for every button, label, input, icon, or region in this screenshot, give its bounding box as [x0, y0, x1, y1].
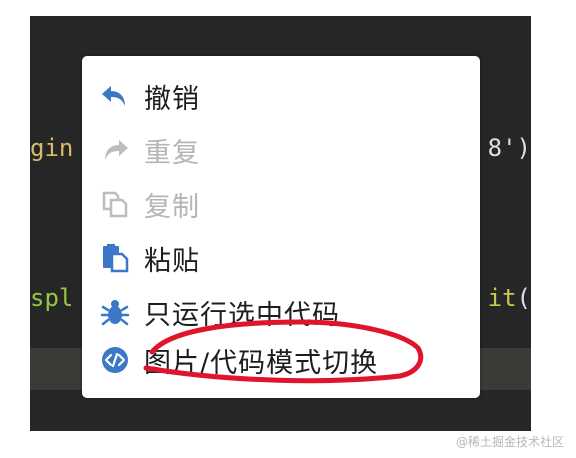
code-fragment-right-2-paren: (: [516, 284, 531, 312]
copy-icon: [98, 187, 132, 221]
watermark: @稀土掘金技术社区: [455, 435, 564, 449]
menu-item-paste-label: 粘贴: [144, 245, 200, 277]
menu-item-run-selection[interactable]: 只运行选中代码: [82, 286, 480, 338]
code-fragment-left-2: spl: [30, 284, 74, 312]
menu-item-copy-label: 复制: [144, 191, 200, 223]
menu-item-undo[interactable]: 撤销: [82, 70, 480, 122]
bug-icon: [98, 295, 132, 329]
menu-item-redo[interactable]: 重复: [82, 124, 480, 176]
code-fragment-left-1: gin: [30, 134, 74, 162]
code-fragment-right-2: it(: [488, 284, 531, 312]
menu-item-undo-label: 撤销: [144, 83, 200, 115]
menu-item-toggle-label: 图片/代码模式切换: [144, 347, 379, 379]
menu-item-paste[interactable]: 粘贴: [82, 232, 480, 284]
menu-item-run-selection-label: 只运行选中代码: [144, 299, 340, 331]
code-fragment-right-1: 8'): [487, 134, 531, 162]
code-toggle-icon: [98, 343, 132, 377]
menu-item-toggle-image-code[interactable]: 图片/代码模式切换: [82, 334, 480, 386]
menu-item-copy[interactable]: 复制: [82, 178, 480, 230]
paste-icon: [98, 241, 132, 275]
code-fragment-right-2-text: it: [487, 284, 517, 312]
context-menu: 撤销 重复 复制 粘贴 只运行选中代码 图片/代码模式切换: [82, 56, 480, 398]
undo-icon: [98, 79, 132, 113]
redo-icon: [98, 133, 132, 167]
menu-item-redo-label: 重复: [144, 137, 200, 169]
